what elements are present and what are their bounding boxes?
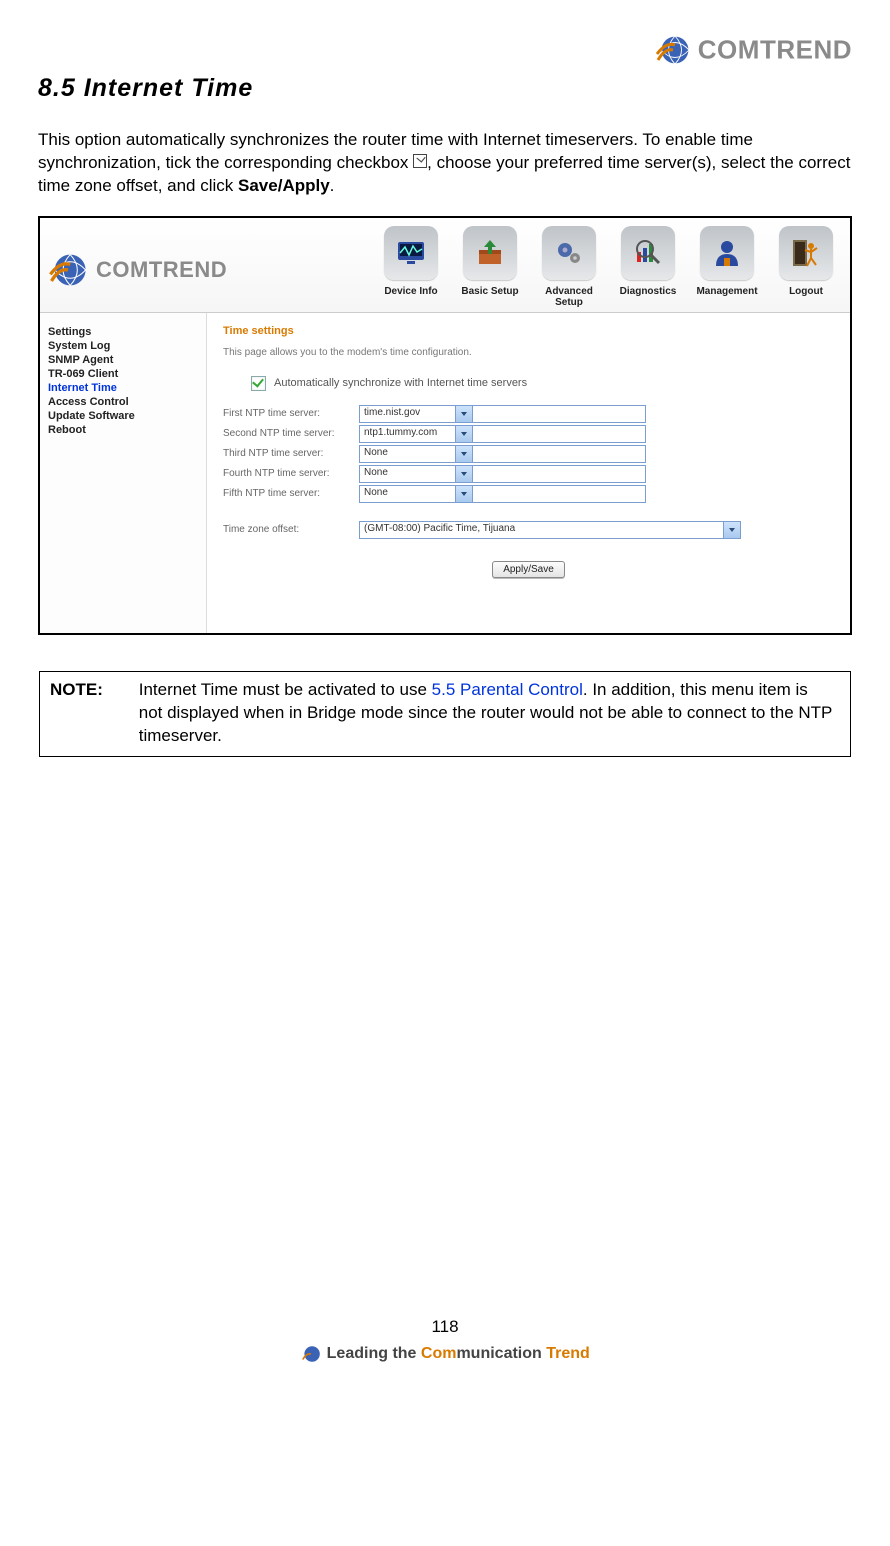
sidebar-item-internet-time[interactable]: Internet Time [48, 381, 198, 395]
nav-label: Advanced Setup [545, 286, 593, 308]
brand-name: COMTREND [698, 35, 852, 65]
ntp-row-5: Fifth NTP time server: None [223, 485, 834, 503]
router-brand: COMTREND [96, 257, 227, 283]
sidebar-item-reboot[interactable]: Reboot [48, 423, 198, 437]
nav-label: Device Info [384, 286, 437, 297]
ntp-input-3[interactable] [472, 445, 646, 463]
chevron-down-icon [455, 446, 472, 462]
tagline-orange-1: Com [421, 1345, 457, 1362]
nav-diagnostics[interactable]: Diagnostics [610, 226, 686, 308]
ntp-input-4[interactable] [472, 465, 646, 483]
footer-tagline: Leading the Communication Trend [38, 1343, 852, 1365]
nav-management[interactable]: Management [689, 226, 765, 308]
sync-checkbox-row: Automatically synchronize with Internet … [251, 376, 834, 391]
sidebar-item-settings[interactable]: Settings [48, 325, 198, 339]
ntp-select-4[interactable]: None [359, 465, 473, 483]
tagline-2: munication [456, 1345, 546, 1362]
ntp-row-1: First NTP time server: time.nist.gov [223, 405, 834, 423]
nav-basic-setup[interactable]: Basic Setup [452, 226, 528, 308]
chevron-down-icon [723, 522, 740, 538]
gears-icon [552, 236, 586, 270]
chevron-down-icon [455, 426, 472, 442]
intro-text-3: . [330, 176, 335, 195]
ntp-value: time.nist.gov [364, 407, 420, 418]
ntp-label: Fourth NTP time server: [223, 468, 359, 479]
ntp-select-2[interactable]: ntp1.tummy.com [359, 425, 473, 443]
ntp-label: Third NTP time server: [223, 448, 359, 459]
exit-icon [789, 236, 823, 270]
section-heading: 8.5 Internet Time [38, 74, 852, 103]
router-nav: Device Info Basic Setup Advanced Setup D… [373, 226, 844, 310]
tz-value: (GMT-08:00) Pacific Time, Tijuana [364, 523, 515, 534]
ntp-input-5[interactable] [472, 485, 646, 503]
tagline-orange-2: Trend [546, 1345, 590, 1362]
monitor-icon [394, 236, 428, 270]
ntp-value: None [364, 467, 388, 478]
ntp-row-4: Fourth NTP time server: None [223, 465, 834, 483]
nav-logout[interactable]: Logout [768, 226, 844, 308]
router-sidebar: Settings System Log SNMP Agent TR-069 Cl… [40, 313, 207, 633]
person-icon [710, 236, 744, 270]
ntp-select-3[interactable]: None [359, 445, 473, 463]
note-text-1: Internet Time must be activated to use [139, 680, 432, 699]
ntp-input-1[interactable] [472, 405, 646, 423]
sync-label: Automatically synchronize with Internet … [274, 377, 527, 389]
ntp-select-5[interactable]: None [359, 485, 473, 503]
note-content: Internet Time must be activated to use 5… [139, 679, 833, 748]
chevron-down-icon [455, 486, 472, 502]
note-link[interactable]: 5.5 Parental Control [432, 680, 583, 699]
chevron-down-icon [455, 406, 472, 422]
ntp-value: ntp1.tummy.com [364, 427, 437, 438]
nav-label: Logout [789, 286, 823, 297]
sidebar-item-system-log[interactable]: System Log [48, 339, 198, 353]
main-title: Time settings [223, 325, 834, 337]
globe-icon [300, 1343, 322, 1365]
tz-select[interactable]: (GMT-08:00) Pacific Time, Tijuana [359, 521, 741, 539]
chevron-down-icon [455, 466, 472, 482]
timezone-row: Time zone offset: (GMT-08:00) Pacific Ti… [223, 521, 834, 539]
ntp-label: Fifth NTP time server: [223, 488, 359, 499]
note-box: NOTE: Internet Time must be activated to… [39, 671, 851, 757]
intro-bold: Save/Apply [238, 176, 330, 195]
brand-logo-header: COMTREND [38, 30, 852, 70]
sidebar-item-access-control[interactable]: Access Control [48, 395, 198, 409]
ntp-input-2[interactable] [472, 425, 646, 443]
ntp-label: First NTP time server: [223, 408, 359, 419]
sidebar-item-tr069[interactable]: TR-069 Client [48, 367, 198, 381]
page-number: 118 [38, 1317, 852, 1337]
nav-label: Management [696, 286, 757, 297]
ntp-row-2: Second NTP time server: ntp1.tummy.com [223, 425, 834, 443]
ntp-row-3: Third NTP time server: None [223, 445, 834, 463]
ntp-value: None [364, 487, 388, 498]
globe-icon [46, 248, 90, 292]
globe-icon [653, 30, 693, 70]
note-label: NOTE: [50, 679, 134, 702]
nav-device-info[interactable]: Device Info [373, 226, 449, 308]
nav-label: Basic Setup [461, 286, 518, 297]
intro-paragraph: This option automatically synchronizes t… [38, 129, 852, 198]
sidebar-item-snmp-agent[interactable]: SNMP Agent [48, 353, 198, 367]
router-header: COMTREND Device Info Basic Setup Advance… [40, 218, 850, 313]
apply-save-button[interactable]: Apply/Save [492, 561, 565, 578]
magnifier-chart-icon [631, 236, 665, 270]
checkbox-icon [413, 154, 427, 168]
tagline-1: Leading the [327, 1345, 421, 1362]
nav-label: Diagnostics [620, 286, 677, 297]
page-footer: 118 Leading the Communication Trend [38, 1317, 852, 1377]
router-logo: COMTREND [46, 248, 227, 310]
box-arrow-icon [473, 236, 507, 270]
sync-checkbox[interactable] [251, 376, 266, 391]
router-ui-screenshot: COMTREND Device Info Basic Setup Advance… [38, 216, 852, 635]
ntp-select-1[interactable]: time.nist.gov [359, 405, 473, 423]
main-subtitle: This page allows you to the modem's time… [223, 347, 834, 358]
sidebar-item-update-software[interactable]: Update Software [48, 409, 198, 423]
nav-advanced-setup[interactable]: Advanced Setup [531, 226, 607, 308]
router-main: Time settings This page allows you to th… [207, 313, 850, 633]
ntp-label: Second NTP time server: [223, 428, 359, 439]
ntp-value: None [364, 447, 388, 458]
tz-label: Time zone offset: [223, 524, 359, 535]
